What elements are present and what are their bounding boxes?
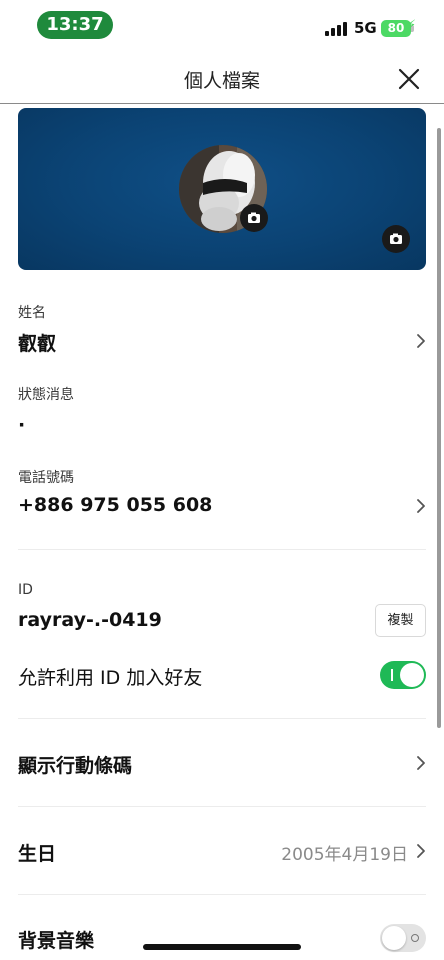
signal-icon <box>325 22 347 36</box>
allow-id-toggle[interactable] <box>380 661 426 689</box>
chevron-right-icon[interactable] <box>416 755 426 771</box>
background-music-label: 背景音樂 <box>18 930 95 952</box>
copy-id-button[interactable]: 複製 <box>375 604 426 637</box>
toggle-knob <box>382 926 406 950</box>
phone-label: 電話號碼 <box>18 470 74 486</box>
background-music-toggle[interactable] <box>380 924 426 952</box>
toggle-knob <box>400 663 424 687</box>
close-icon[interactable] <box>394 64 424 94</box>
header: 個人檔案 <box>0 52 444 104</box>
network-type: 5G <box>354 19 377 37</box>
page-title: 個人檔案 <box>183 70 260 92</box>
name-value[interactable]: 叡叡 <box>18 329 56 356</box>
status-bar: 13:37 5G 80 ⚡ <box>0 0 444 52</box>
divider <box>18 718 426 719</box>
chevron-right-icon[interactable] <box>416 498 426 514</box>
charging-icon: ⚡ <box>407 18 417 33</box>
avatar-camera-icon[interactable] <box>240 204 268 232</box>
scrollbar[interactable] <box>437 128 441 728</box>
show-qr-code-row[interactable]: 顯示行動條碼 <box>18 751 132 778</box>
divider <box>18 549 426 550</box>
id-label: ID <box>18 582 33 598</box>
id-value: rayray-.-0419 <box>18 609 162 631</box>
divider <box>18 894 426 895</box>
name-label: 姓名 <box>18 305 46 321</box>
toggle-on-mark <box>391 669 393 681</box>
status-message-value[interactable]: · <box>18 414 25 436</box>
cover-camera-icon[interactable] <box>382 225 410 253</box>
home-indicator[interactable] <box>143 944 301 950</box>
birthday-label: 生日 <box>18 843 57 865</box>
status-time: 13:37 <box>37 11 113 39</box>
toggle-off-mark <box>411 934 419 942</box>
chevron-right-icon[interactable] <box>416 843 426 859</box>
allow-id-label: 允許利用 ID 加入好友 <box>18 667 203 689</box>
birthday-value[interactable]: 2005年4月19日 <box>281 840 408 865</box>
phone-value[interactable]: +886 975 055 608 <box>18 494 212 516</box>
chevron-right-icon[interactable] <box>416 333 426 349</box>
status-message-label: 狀態消息 <box>18 387 74 403</box>
divider <box>18 806 426 807</box>
